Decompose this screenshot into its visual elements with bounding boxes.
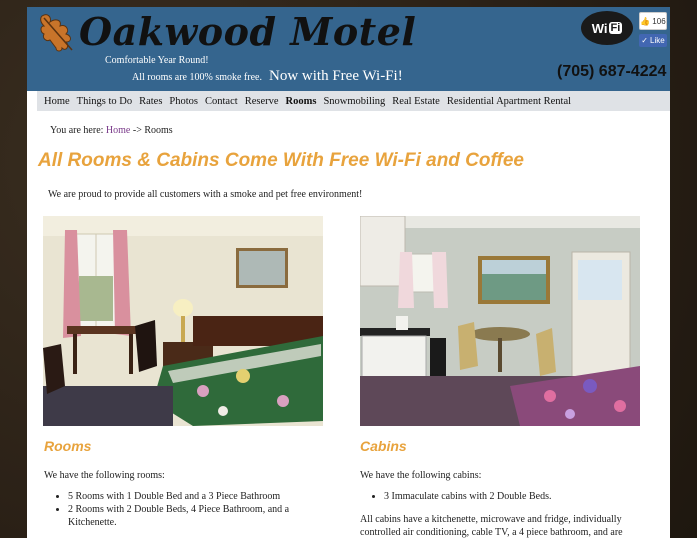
list-item: 2 Rooms with 2 Double Beds, 4 Piece Bath…	[68, 503, 324, 529]
phone-number: (705) 687-4224	[557, 63, 667, 80]
breadcrumb-separator: ->	[132, 125, 142, 136]
intro-text: We are proud to provide all customers wi…	[48, 189, 363, 200]
like-count: 👍 106	[639, 12, 667, 30]
wifi-note: Now with Free Wi-Fi!	[269, 68, 403, 84]
check-icon: ✓	[641, 36, 648, 45]
room-photo	[43, 216, 323, 426]
nav-item-real-estate[interactable]: Real Estate	[392, 96, 440, 107]
nav-item-rates[interactable]: Rates	[139, 96, 162, 107]
nav-item-snowmobiling[interactable]: Snowmobiling	[323, 96, 385, 107]
breadcrumb-current: Rooms	[144, 125, 173, 136]
oak-leaf-icon	[40, 14, 73, 52]
like-button-label: Like	[650, 36, 665, 45]
nav-item-contact[interactable]: Contact	[205, 96, 238, 107]
breadcrumb-home-link[interactable]: Home	[106, 125, 130, 136]
page-container: Oakwood Motel Comfortable Year Round! Al…	[27, 7, 670, 538]
breadcrumb-prefix: You are here:	[50, 125, 104, 136]
site-header: Oakwood Motel Comfortable Year Round! Al…	[27, 7, 670, 91]
cabins-description: All cabins have a kitchenette, microwave…	[360, 514, 623, 538]
main-nav: Home Things to Do Rates Photos Contact R…	[37, 91, 670, 111]
nav-item-apartment-rental[interactable]: Residential Apartment Rental	[447, 96, 571, 107]
like-button[interactable]: ✓ Like	[639, 34, 667, 47]
nav-item-reserve[interactable]: Reserve	[245, 96, 279, 107]
page-title: All Rooms & Cabins Come With Free Wi-Fi …	[38, 150, 524, 171]
cabins-list: 3 Immaculate cabins with 2 Double Beds.	[360, 490, 640, 503]
site-logo[interactable]: Oakwood Motel	[79, 9, 416, 54]
like-count-value: 106	[652, 16, 666, 26]
rooms-heading: Rooms	[44, 438, 92, 454]
breadcrumb: You are here: Home -> Rooms	[50, 125, 173, 136]
nav-item-rooms[interactable]: Rooms	[286, 96, 317, 107]
tagline: Comfortable Year Round!	[105, 55, 209, 66]
cabin-photo	[360, 216, 640, 426]
nav-item-photos[interactable]: Photos	[169, 96, 198, 107]
cabins-lead: We have the following cabins:	[360, 470, 482, 481]
rooms-list: 5 Rooms with 1 Double Bed and a 3 Piece …	[44, 490, 324, 529]
list-item: 5 Rooms with 1 Double Bed and a 3 Piece …	[68, 490, 324, 503]
nav-item-home[interactable]: Home	[44, 96, 70, 107]
cabins-heading: Cabins	[360, 438, 407, 454]
wifi-badge-wi: Wi	[591, 20, 608, 36]
rooms-lead: We have the following rooms:	[44, 470, 165, 481]
wifi-badge-fi: Fi	[608, 22, 623, 34]
smoke-free-note: All rooms are 100% smoke free.	[132, 72, 262, 83]
wifi-icon: Wi Fi	[581, 11, 633, 45]
list-item: 3 Immaculate cabins with 2 Double Beds.	[384, 490, 640, 503]
thumbs-up-icon: 👍	[640, 16, 651, 26]
nav-item-things-to-do[interactable]: Things to Do	[77, 96, 132, 107]
